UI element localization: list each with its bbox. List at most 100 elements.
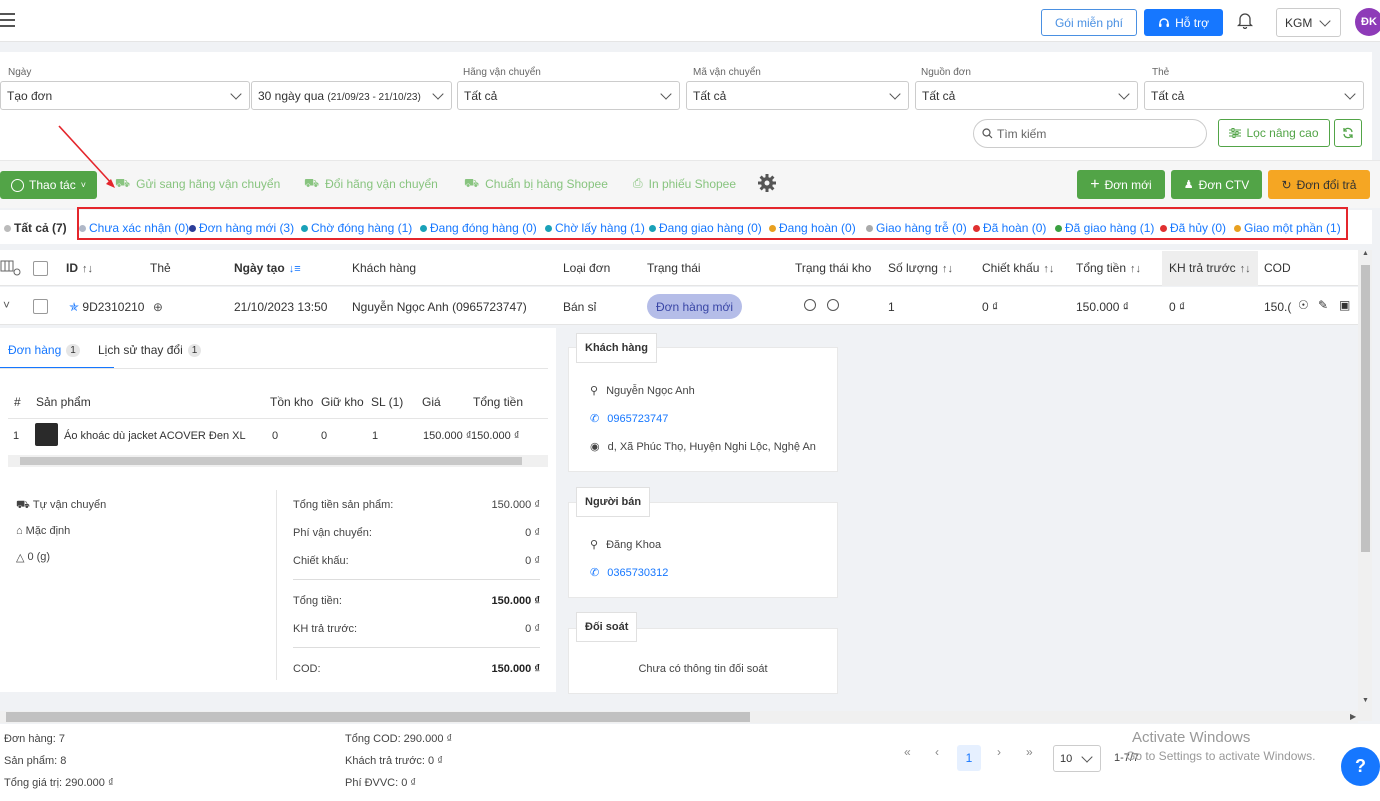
column-header-id[interactable]: ID ↑↓ <box>66 261 93 275</box>
customer-name: Nguyễn Ngọc Anh <box>606 384 695 397</box>
page-number-button[interactable]: 1 <box>957 745 981 771</box>
ctv-order-button[interactable]: ♟ Đơn CTV <box>1171 170 1262 199</box>
source-filter-label: Nguồn đơn <box>921 67 971 78</box>
status-tab-returning[interactable]: Đang hoàn (0) <box>769 221 856 235</box>
select-all-checkbox[interactable] <box>33 261 48 276</box>
tag-select[interactable]: Tất cả <box>1144 81 1364 110</box>
next-page-icon[interactable]: › <box>997 745 1001 759</box>
status-dot-icon <box>420 224 427 232</box>
customer-phone-line[interactable]: ✆ 0965723747 <box>590 412 668 426</box>
gear-icon[interactable] <box>757 173 777 193</box>
chevron-down-icon <box>1118 87 1130 100</box>
truck-icon: ⛟ <box>304 176 320 190</box>
seller-phone-line[interactable]: ✆ 0365730312 <box>590 566 668 580</box>
advanced-filter-button[interactable]: Lọc nâng cao <box>1218 119 1330 147</box>
last-page-icon[interactable]: » <box>1026 745 1033 759</box>
column-settings-icon[interactable] <box>0 259 22 277</box>
scroll-up-arrow-icon[interactable]: ▲ <box>1362 250 1369 257</box>
prepare-shopee-button[interactable]: ⛟ Chuẩn bị hàng Shopee <box>464 176 608 192</box>
customer-address-line: ◉ d, Xã Phúc Thọ, Huyện Nghi Lộc, Nghệ An <box>590 440 816 454</box>
question-icon: ? <box>1355 756 1366 776</box>
order-id-cell[interactable]: ✯ 9D2310210 ⊕ <box>69 300 163 314</box>
expand-chevron-icon[interactable]: ˅ <box>3 298 10 312</box>
avatar[interactable]: ĐK <box>1355 8 1380 36</box>
bell-icon[interactable] <box>1237 11 1253 29</box>
change-carrier-button[interactable]: ⛟ Đổi hãng vận chuyển <box>304 176 438 192</box>
edit-pencil-icon[interactable]: ✎ <box>1318 298 1328 312</box>
status-tab-awaiting-pack[interactable]: Chờ đóng hàng (1) <box>301 221 412 235</box>
store-select[interactable]: KGM <box>1276 8 1341 37</box>
column-header-discount[interactable]: Chiết khấu ↑↓ <box>982 261 1054 275</box>
seller-phone[interactable]: 0365730312 <box>607 567 668 579</box>
source-select[interactable]: Tất cả <box>915 81 1138 110</box>
new-order-button[interactable]: + Đơn mới <box>1077 170 1165 199</box>
chevron-down-icon <box>432 87 444 100</box>
shipping-method: ⛟ Tự vận chuyển <box>16 499 106 513</box>
date-range-select[interactable]: 30 ngày qua (21/09/23 - 21/10/23) <box>251 81 452 110</box>
scrollbar-thumb[interactable] <box>20 457 522 465</box>
product-stock: 0 <box>272 430 279 442</box>
seller-card-title: Người bán <box>576 487 651 517</box>
status-tab-partial[interactable]: Giao một phần (1) <box>1234 221 1341 235</box>
carrier-select[interactable]: Tất cả <box>457 81 680 110</box>
tab-label: Lịch sử thay đổi <box>98 343 183 357</box>
product-header-price: Giá <box>422 395 441 409</box>
delete-icon[interactable]: ▣ <box>1339 298 1350 312</box>
add-circle-icon[interactable]: ⊕ <box>153 300 163 314</box>
tab-change-history[interactable]: Lịch sử thay đổi 1 <box>98 343 202 357</box>
subtotal-value: 150.000 ₫ <box>491 499 540 511</box>
column-header-prepaid[interactable]: KH trả trước ↑↓ <box>1169 261 1251 275</box>
headset-icon <box>1159 17 1170 27</box>
status-tab-delivered[interactable]: Đã giao hàng (1) <box>1055 221 1154 235</box>
send-to-carrier-button[interactable]: ⛟ Gửi sang hãng vận chuyển <box>115 176 280 192</box>
phone-icon: ✆ <box>590 567 600 579</box>
people-icon: ♟ <box>1183 179 1194 191</box>
help-button[interactable]: ? <box>1341 747 1380 786</box>
first-page-icon[interactable]: « <box>904 745 911 759</box>
date-type-select[interactable]: Tạo đơn <box>0 81 250 110</box>
circle-icon <box>827 299 839 311</box>
eye-icon[interactable]: ☉ <box>1298 298 1309 312</box>
customer-phone[interactable]: 0965723747 <box>607 413 668 425</box>
page-size-select[interactable]: 10 <box>1053 745 1101 772</box>
column-header-created[interactable]: Ngày tạo ↓≡ <box>234 261 301 275</box>
column-header-total[interactable]: Tổng tiền ↑↓ <box>1076 261 1141 275</box>
scroll-down-arrow-icon[interactable]: ▼ <box>1362 697 1369 704</box>
search-input[interactable]: Tìm kiếm <box>973 119 1207 148</box>
tab-order-items[interactable]: Đơn hàng 1 <box>8 343 80 357</box>
date-range-detail: (21/09/23 - 21/10/23) <box>327 91 421 103</box>
status-tab-shipping[interactable]: Đang giao hàng (0) <box>649 221 762 235</box>
status-tab-packing[interactable]: Đang đóng hàng (0) <box>420 221 537 235</box>
tracking-filter-label: Mã vận chuyển <box>693 67 761 78</box>
tracking-select[interactable]: Tất cả <box>686 81 909 110</box>
status-tab-awaiting-pickup[interactable]: Chờ lấy hàng (1) <box>545 221 645 235</box>
chevron-down-icon <box>1319 14 1331 27</box>
prepaid-value: 0 ₫ <box>525 623 540 635</box>
support-button[interactable]: Hỗ trợ <box>1144 9 1223 36</box>
print-shopee-button[interactable]: ⎙ In phiếu Shopee <box>633 176 736 191</box>
status-tab-returned[interactable]: Đã hoàn (0) <box>973 221 1046 235</box>
horizontal-scrollbar-thumb[interactable] <box>6 712 750 722</box>
column-header-status: Trạng thái <box>647 261 701 275</box>
prev-page-icon[interactable]: ‹ <box>935 745 939 759</box>
customer-name-line: ⚲ Nguyễn Ngọc Anh <box>590 384 695 398</box>
refresh-button[interactable] <box>1334 119 1362 147</box>
row-checkbox[interactable] <box>33 299 48 314</box>
scroll-right-arrow-icon[interactable]: ▶ <box>1350 712 1356 721</box>
hamburger-menu-icon[interactable] <box>0 13 16 27</box>
status-dot-icon <box>1234 224 1241 232</box>
status-dot-icon <box>189 224 196 232</box>
status-tab-all[interactable]: Tất cả (7) <box>4 221 67 235</box>
free-plan-button[interactable]: Gói miễn phí <box>1041 9 1137 36</box>
exchange-order-button[interactable]: ↻ Đơn đổi trả <box>1268 170 1370 199</box>
tracking-value: Tất cả <box>693 88 727 103</box>
status-tab-unconfirmed[interactable]: Chưa xác nhận (0) <box>79 221 189 235</box>
column-header-quantity[interactable]: Số lượng ↑↓ <box>888 261 953 275</box>
column-header-warehouse-status: Trạng thái kho <box>795 261 872 275</box>
customer-card <box>568 347 838 472</box>
status-tab-new[interactable]: Đơn hàng mới (3) <box>189 221 294 235</box>
status-tab-cancelled[interactable]: Đã hủy (0) <box>1160 221 1226 235</box>
status-tab-late[interactable]: Giao hàng trễ (0) <box>866 221 967 235</box>
vertical-scrollbar-thumb[interactable] <box>1361 265 1370 552</box>
type-cell: Bán sỉ <box>563 300 597 314</box>
